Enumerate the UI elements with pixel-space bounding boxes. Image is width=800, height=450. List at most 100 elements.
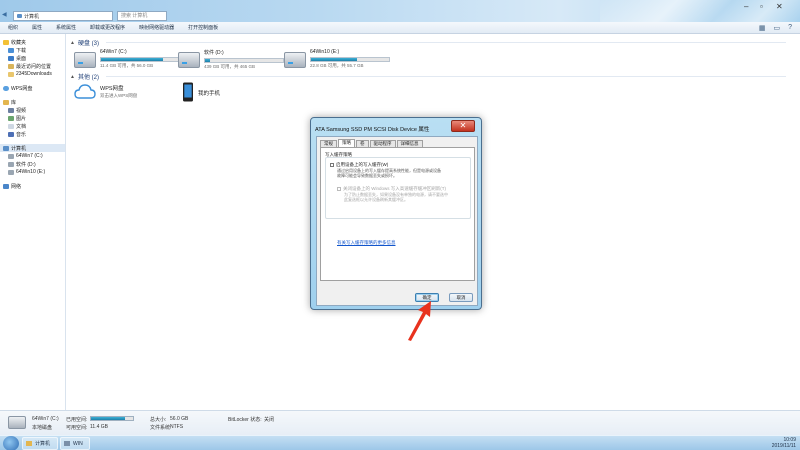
wps-cloud-item[interactable]: WPS网盘 双击进入WPS网盘 — [74, 84, 137, 100]
star-icon — [3, 39, 9, 45]
nav-drive-item[interactable]: 软件 (D:) — [0, 160, 65, 168]
desktop-icon — [8, 55, 14, 61]
nav-fav-item[interactable]: 桌面 — [0, 54, 65, 62]
dialog-close-button[interactable]: ✕ — [451, 120, 475, 132]
nav-lib-item[interactable]: 音乐 — [0, 130, 65, 138]
nav-computer[interactable]: 计算机 — [0, 144, 65, 152]
nav-lib-item[interactable]: 视频 — [0, 106, 65, 114]
tab-policies[interactable]: 策略 — [338, 139, 355, 147]
address-text: 计算机 — [24, 13, 40, 20]
start-button[interactable] — [3, 436, 19, 450]
nav-lib-label: 音乐 — [16, 131, 27, 138]
close-icon[interactable]: ✕ — [776, 2, 783, 11]
nav-fav-item[interactable]: 2345Downloads — [0, 70, 65, 78]
minimize-icon[interactable]: – — [744, 2, 748, 11]
other-name: WPS网盘 — [100, 86, 124, 92]
nav-computer-label: 计算机 — [11, 145, 27, 152]
write-cache-group: 启用设备上的写入缓存(W) 通过启用设备上的写入缓存提高系统性能，但是电源或设备… — [325, 157, 471, 219]
hdd-header-label: 硬盘 (3) — [77, 41, 99, 47]
nav-drive-item[interactable]: 64Win7 (C:) — [0, 152, 65, 160]
nav-fav-item[interactable]: 下载 — [0, 46, 65, 54]
cloud-icon — [3, 85, 9, 91]
policies-panel: 写入缓存策略 启用设备上的写入缓存(W) 通过启用设备上的写入缓存提高系统性能，… — [320, 147, 475, 281]
cancel-button[interactable]: 取消 — [449, 293, 473, 302]
nav-libraries[interactable]: 库 — [0, 98, 65, 106]
library-icon — [3, 99, 9, 105]
toolbar-organize[interactable]: 组织 — [8, 24, 18, 31]
drive-free-space: 439 GB 可用，共 465 GB — [204, 64, 256, 69]
taskbar-item-label: 计算机 — [35, 441, 51, 447]
tab-driver[interactable]: 驱动程序 — [369, 140, 396, 147]
title-bar: ◀ 计算机 搜索 计算机 – ▫ ✕ — [0, 0, 800, 22]
drive-icon — [178, 52, 200, 68]
nav-fav-label: 桌面 — [16, 55, 27, 62]
dialog-title: ATA Samsung SSD PM SCSI Disk Device 属性 — [315, 127, 430, 133]
drive-icon — [8, 416, 26, 429]
details-drive-type: 本地磁盘 — [32, 425, 53, 431]
nav-wps[interactable]: WPS网盘 — [0, 84, 65, 92]
dialog-body: 常规 策略 卷 驱动程序 详细信息 写入缓存策略 启用设备上的写入缓存(W) 通… — [316, 136, 478, 306]
my-phone-item[interactable]: 我的手机 — [182, 82, 220, 102]
toolbar-right: ▦ ▭ ? — [759, 24, 792, 32]
other-group-header[interactable]: ▲ 其他 (2) — [70, 72, 99, 82]
drive-icon — [8, 153, 14, 159]
system-tray-clock[interactable]: 10:09 2019/11/11 — [772, 437, 796, 449]
taskbar-item-computer[interactable]: 计算机 — [22, 437, 58, 450]
details-total-label: 总大小: — [150, 417, 167, 423]
drive-name: 64Win10 (E:) — [310, 49, 340, 55]
drive-tile[interactable]: 软件 (D:) 439 GB 可用，共 465 GB — [178, 48, 298, 78]
nav-favorites[interactable]: 收藏夹 — [0, 38, 65, 46]
details-fs-value: NTFS — [170, 424, 184, 430]
toolbar-map-drive[interactable]: 映射网络驱动器 — [139, 24, 174, 31]
nav-libraries-label: 库 — [11, 99, 17, 106]
dialog-tabs: 常规 策略 卷 驱动程序 详细信息 — [320, 139, 423, 147]
details-free-value: 11.4 GB — [90, 424, 108, 430]
details-bitlocker-value: 关闭 — [264, 417, 275, 423]
toolbar-control-panel[interactable]: 打开控制面板 — [188, 24, 218, 31]
option-description: 此复选框以允许设备刷新其缓冲区。 — [344, 197, 408, 202]
view-icon[interactable]: ▦ — [759, 24, 766, 32]
drive-name: 软件 (D:) — [204, 50, 224, 56]
taskbar-item-win[interactable]: WIN — [60, 437, 90, 450]
details-drive-name: 64Win7 (C:) — [32, 416, 59, 422]
nav-lib-item[interactable]: 图片 — [0, 114, 65, 122]
drive-usage-fill — [205, 59, 210, 62]
write-cache-help-link[interactable]: 有关写入缓存策略的更多信息 — [337, 240, 396, 246]
details-fs-label: 文件系统: — [150, 425, 172, 431]
drive-icon — [8, 161, 14, 167]
drive-icon — [74, 52, 96, 68]
drive-tile[interactable]: 64Win10 (E:) 22.8 GB 可用，共 55.7 GB — [284, 48, 404, 78]
nav-fav-item[interactable]: 最近访问的位置 — [0, 62, 65, 70]
toolbar-properties[interactable]: 属性 — [32, 24, 42, 31]
folder-icon — [8, 71, 14, 77]
computer-icon — [3, 145, 9, 151]
computer-icon — [17, 14, 22, 18]
preview-pane-icon[interactable]: ▭ — [773, 24, 780, 32]
toolbar-system-properties[interactable]: 系统属性 — [56, 24, 76, 31]
back-icon[interactable]: ◀ — [2, 11, 7, 20]
nav-drive-item[interactable]: 64Win10 (E:) — [0, 168, 65, 176]
drive-icon — [284, 52, 306, 68]
drive-icon — [8, 169, 14, 175]
details-total-value: 56.0 GB — [170, 416, 189, 422]
maximize-icon[interactable]: ▫ — [760, 2, 763, 11]
details-usage-fill — [91, 417, 125, 420]
nav-wps-label: WPS网盘 — [11, 85, 33, 92]
group-divider — [106, 42, 786, 43]
details-usage-bar — [90, 416, 134, 421]
command-bar: 组织 属性 系统属性 卸载或更改程序 映射网络驱动器 打开控制面板 — [0, 22, 800, 34]
hdd-group-header[interactable]: ▲ 硬盘 (3) — [70, 38, 99, 48]
nav-network[interactable]: 网络 — [0, 182, 65, 190]
nav-lib-item[interactable]: 文档 — [0, 122, 65, 130]
music-icon — [8, 131, 14, 137]
annotation-arrow-icon — [408, 301, 431, 341]
nav-lib-label: 视频 — [16, 107, 27, 114]
tab-details[interactable]: 详细信息 — [396, 140, 423, 147]
tab-volumes[interactable]: 卷 — [356, 140, 369, 147]
nav-fav-label: 最近访问的位置 — [16, 63, 52, 70]
search-input[interactable]: 搜索 计算机 — [117, 11, 167, 21]
toolbar-uninstall[interactable]: 卸载或更改程序 — [90, 24, 125, 31]
address-bar[interactable]: 计算机 — [13, 11, 113, 21]
help-icon[interactable]: ? — [788, 24, 792, 32]
tab-general[interactable]: 常规 — [320, 140, 337, 147]
